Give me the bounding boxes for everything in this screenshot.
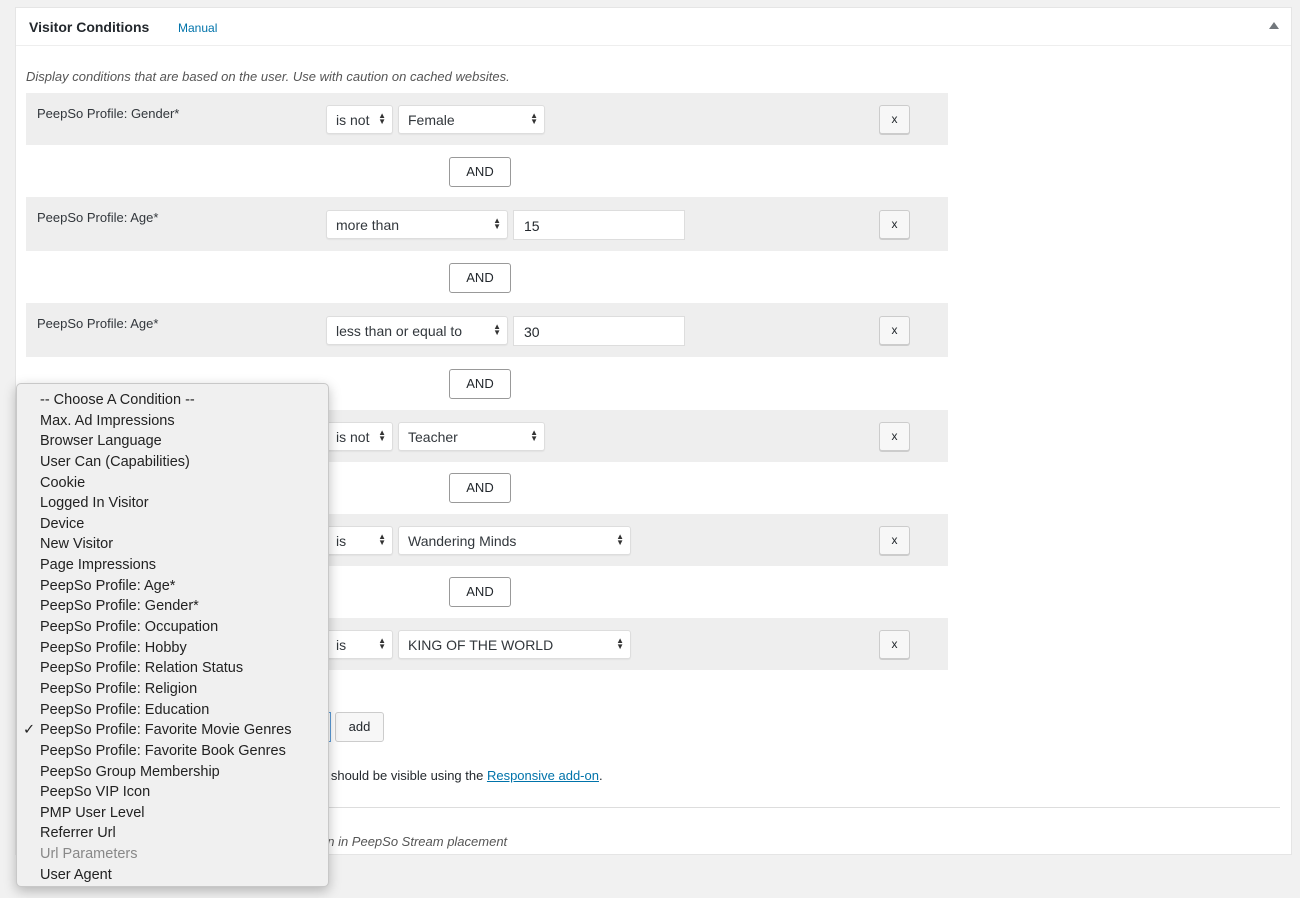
select-arrows-icon: ▲ ▼ [378,111,386,126]
and-connector-button[interactable]: AND [449,263,511,293]
operator-select[interactable]: is not ▲ ▼ [326,422,393,451]
remove-condition-button[interactable]: x [879,422,910,451]
dropdown-option[interactable]: PeepSo Profile: Hobby [17,638,328,659]
value-select[interactable]: Wandering Minds ▲ ▼ [398,526,631,555]
operator-select[interactable]: more than ▲ ▼ [326,210,508,239]
and-connector-button[interactable]: AND [449,577,511,607]
value-input[interactable]: 15 [513,210,685,240]
select-arrows-icon: ▲ ▼ [378,428,386,443]
operator-select[interactable]: less than or equal to ▲ ▼ [326,316,508,345]
select-arrows-icon: ▲ ▼ [378,636,386,651]
dropdown-option[interactable]: Url Parameters [17,844,328,865]
responsive-note: d should be visible using the Responsive… [320,768,603,783]
select-arrows-icon: ▲ ▼ [616,532,624,547]
dropdown-option[interactable]: PMP User Level [17,803,328,824]
condition-row: PeepSo Profile: Age* more than ▲ ▼ 15 x [26,197,948,251]
add-condition-button[interactable]: add [335,712,384,742]
dropdown-option[interactable]: Page Impressions [17,555,328,576]
dropdown-option[interactable]: PeepSo Profile: Religion [17,679,328,700]
dropdown-option[interactable]: Logged In Visitor [17,493,328,514]
dropdown-option[interactable]: PeepSo Profile: Relation Status [17,658,328,679]
dropdown-option[interactable]: PeepSo Profile: Gender* [17,596,328,617]
condition-label: PeepSo Profile: Age* [37,210,159,225]
panel-title: Visitor Conditions [29,19,150,35]
condition-dropdown-menu[interactable]: -- Choose A Condition -- Max. Ad Impressi… [16,383,329,887]
dropdown-option[interactable]: PeepSo Profile: Education [17,700,328,721]
responsive-addon-link[interactable]: Responsive add-on [487,768,599,783]
dropdown-option[interactable]: PeepSo Profile: Age* [17,576,328,597]
dropdown-option[interactable]: -- Choose A Condition -- [17,390,328,411]
checkmark-icon: ✓ [23,722,36,739]
condition-label: PeepSo Profile: Gender* [37,106,180,121]
operator-select[interactable]: is not ▲ ▼ [326,105,393,134]
select-arrows-icon: ▲ ▼ [530,111,538,126]
and-connector-button[interactable]: AND [449,369,511,399]
remove-condition-button[interactable]: x [879,105,910,134]
manual-link[interactable]: Manual [178,21,217,35]
dropdown-option[interactable]: User Agent [17,865,328,886]
remove-condition-button[interactable]: x [879,630,910,659]
dropdown-option[interactable]: Referrer Url [17,823,328,844]
panel-description: Display conditions that are based on the… [26,69,510,84]
placement-note: en in PeepSo Stream placement [320,834,508,849]
remove-condition-button[interactable]: x [879,526,910,555]
dropdown-option[interactable]: New Visitor [17,534,328,555]
condition-row: PeepSo Profile: Gender* is not ▲ ▼ Female ▲ ▼… [26,93,948,145]
value-input[interactable]: 30 [513,316,685,346]
dropdown-option[interactable]: Max. Ad Impressions [17,411,328,432]
select-arrows-icon: ▲ ▼ [616,636,624,651]
remove-condition-button[interactable]: x [879,210,910,239]
dropdown-option[interactable]: ✓ PeepSo Profile: Favorite Movie Genres [17,720,328,741]
dropdown-option[interactable]: PeepSo Profile: Favorite Book Genres [17,741,328,762]
panel-header: Visitor Conditions Manual [16,8,1291,46]
dropdown-option[interactable]: Browser Language [17,431,328,452]
dropdown-option[interactable]: User Can (Capabilities) [17,452,328,473]
select-arrows-icon: ▲ ▼ [378,532,386,547]
condition-row: PeepSo Profile: Age* less than or equal … [26,303,948,357]
collapse-toggle-icon[interactable] [1269,22,1279,29]
operator-select[interactable]: is ▲ ▼ [326,630,393,659]
dropdown-option[interactable]: PeepSo Group Membership [17,762,328,783]
select-arrows-icon: ▲ ▼ [493,216,501,231]
dropdown-option[interactable]: Cookie [17,473,328,494]
condition-label: PeepSo Profile: Age* [37,316,159,331]
remove-condition-button[interactable]: x [879,316,910,345]
and-connector-button[interactable]: AND [449,473,511,503]
value-select[interactable]: KING OF THE WORLD ▲ ▼ [398,630,631,659]
dropdown-option[interactable]: PeepSo Profile: Occupation [17,617,328,638]
dropdown-option[interactable]: PeepSo VIP Icon [17,782,328,803]
value-select[interactable]: Female ▲ ▼ [398,105,545,134]
select-arrows-icon: ▲ ▼ [493,322,501,337]
and-connector-button[interactable]: AND [449,157,511,187]
value-select[interactable]: Teacher ▲ ▼ [398,422,545,451]
select-arrows-icon: ▲ ▼ [530,428,538,443]
dropdown-option[interactable]: Device [17,514,328,535]
operator-select[interactable]: is ▲ ▼ [326,526,393,555]
